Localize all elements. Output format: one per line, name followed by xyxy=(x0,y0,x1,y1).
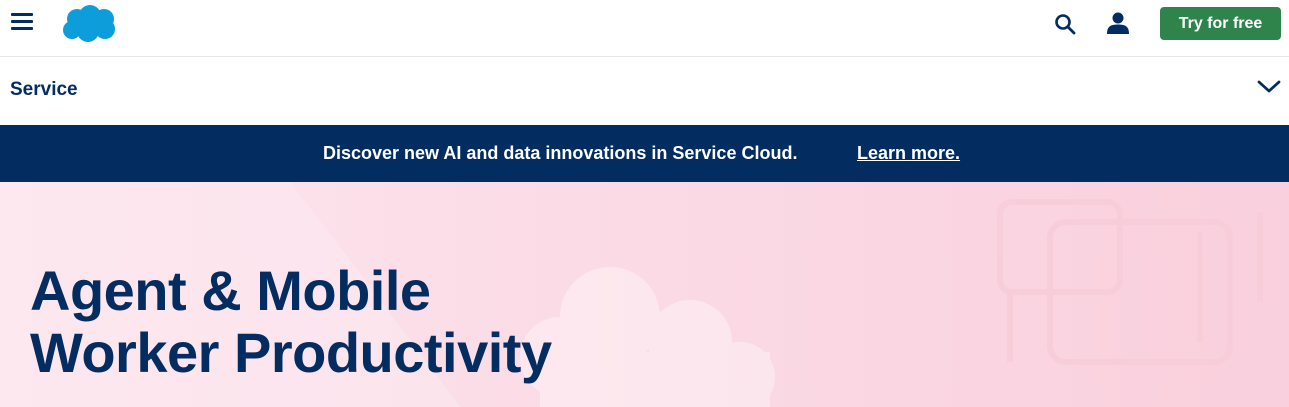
banner-text: Discover new AI and data innovations in … xyxy=(323,143,798,163)
hero-title-line-1: Agent & Mobile xyxy=(30,259,431,322)
learn-more-link[interactable]: Learn more. xyxy=(857,143,960,164)
hero-section: Agent & Mobile Worker Productivity xyxy=(0,182,1289,407)
hero-title-line-2: Worker Productivity xyxy=(30,321,552,384)
subnav-title[interactable]: Service xyxy=(10,79,78,101)
product-subnav: Service xyxy=(0,57,1289,125)
hero-title: Agent & Mobile Worker Productivity xyxy=(30,260,552,384)
salesforce-logo[interactable] xyxy=(60,4,117,44)
user-icon[interactable] xyxy=(1106,11,1130,35)
try-for-free-button[interactable]: Try for free xyxy=(1160,7,1281,40)
search-icon[interactable] xyxy=(1053,12,1077,36)
chevron-down-icon[interactable] xyxy=(1257,79,1281,95)
global-header: Try for free xyxy=(0,0,1289,57)
announcement-banner: Discover new AI and data innovations in … xyxy=(0,125,1289,182)
hamburger-menu-icon[interactable] xyxy=(11,13,33,31)
